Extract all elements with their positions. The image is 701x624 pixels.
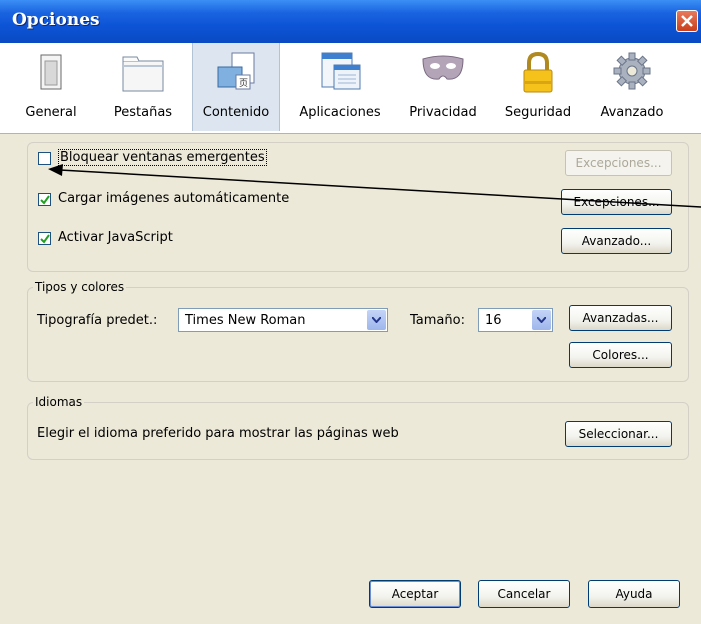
annotation-arrow xyxy=(48,164,701,208)
options-dialog: Opciones General Pestañas 页 Contenido Ap… xyxy=(0,0,701,624)
